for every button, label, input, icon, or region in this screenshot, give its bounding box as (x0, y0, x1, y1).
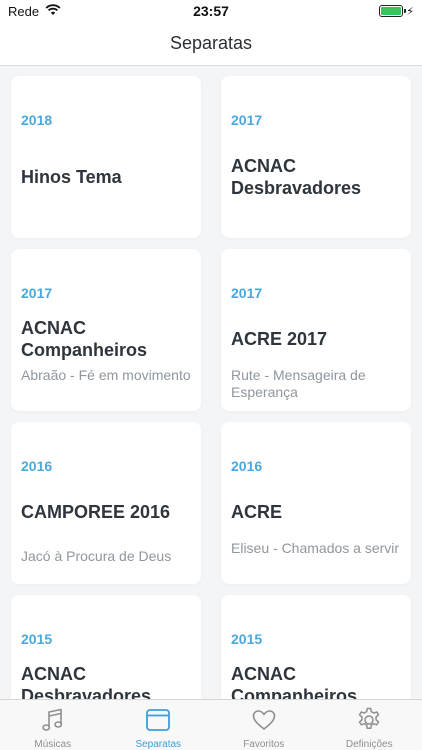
battery-icon (379, 5, 407, 17)
tab-label: Separatas (135, 739, 182, 750)
card-acnac-desbravadores-2015[interactable]: 2015 ACNAC Desbravadores (11, 595, 201, 699)
card-year: 2017 (231, 285, 263, 301)
card-year: 2018 (21, 112, 53, 128)
card-acnac-companheiros-2017[interactable]: 2017 ACNAC Companheiros Abraão - Fé em m… (11, 249, 201, 411)
tab-label: Definições (345, 739, 393, 750)
card-subtitle: Rute - Mensageira de Esperança (231, 367, 366, 400)
card-year: 2016 (231, 458, 263, 474)
card-year: 2015 (21, 631, 53, 647)
tab-label: Favoritos (243, 739, 285, 750)
card-title: ACRE (231, 502, 283, 522)
status-right: ⚡ (379, 5, 414, 18)
card-acre-2016[interactable]: 2016 ACRE Eliseu - Chamados a servir (221, 422, 411, 584)
browser-window-icon (144, 706, 172, 739)
status-time: 23:57 (193, 3, 229, 19)
card-title: CAMPOREE 2016 (21, 502, 171, 522)
tab-separatas[interactable]: Separatas (106, 700, 212, 750)
card-year: 2017 (231, 112, 263, 128)
separatas-grid[interactable]: 2018 Hinos Tema 2017 ACNAC Desbravadores… (0, 66, 422, 699)
card-subtitle: Eliseu - Chamados a servir (231, 540, 400, 556)
card-title: Hinos Tema (21, 167, 122, 187)
card-title: ACNAC Companheiros (231, 664, 358, 699)
card-acnac-desbravadores-2017[interactable]: 2017 ACNAC Desbravadores (221, 76, 411, 238)
card-title: ACNAC Desbravadores (231, 156, 362, 198)
card-year: 2017 (21, 285, 53, 301)
navigation-bar: Separatas (0, 22, 422, 66)
tab-definicoes[interactable]: Definições (317, 700, 422, 750)
card-year: 2016 (21, 458, 53, 474)
card-camporee-2016[interactable]: 2016 CAMPOREE 2016 Jacó à Procura de Deu… (11, 422, 201, 584)
charging-bolt-icon: ⚡ (406, 5, 414, 18)
gear-icon (355, 706, 383, 739)
card-year: 2015 (231, 631, 263, 647)
tab-bar: Músicas Separatas Favoritos Definições (0, 699, 422, 750)
card-acnac-companheiros-2015[interactable]: 2015 ACNAC Companheiros (221, 595, 411, 699)
card-title: ACNAC Companheiros (21, 318, 148, 360)
card-acre-2017[interactable]: 2017 ACRE 2017 Rute - Mensageira de Espe… (221, 249, 411, 411)
card-title: ACNAC Desbravadores (21, 664, 152, 699)
card-subtitle: Jacó à Procura de Deus (21, 548, 172, 564)
status-bar: Rede 23:57 ⚡ (0, 0, 422, 22)
battery-fill (381, 7, 402, 15)
music-note-icon (39, 706, 67, 739)
card-subtitle: Abraão - Fé em movimento (21, 367, 191, 383)
card-title: ACRE 2017 (231, 329, 328, 349)
tab-label: Músicas (34, 739, 72, 750)
heart-icon (250, 706, 278, 739)
tab-favoritos[interactable]: Favoritos (211, 700, 317, 750)
page-title: Separatas (169, 33, 253, 53)
tab-musicas[interactable]: Músicas (0, 700, 106, 750)
card-hinos-tema[interactable]: 2018 Hinos Tema (11, 76, 201, 238)
